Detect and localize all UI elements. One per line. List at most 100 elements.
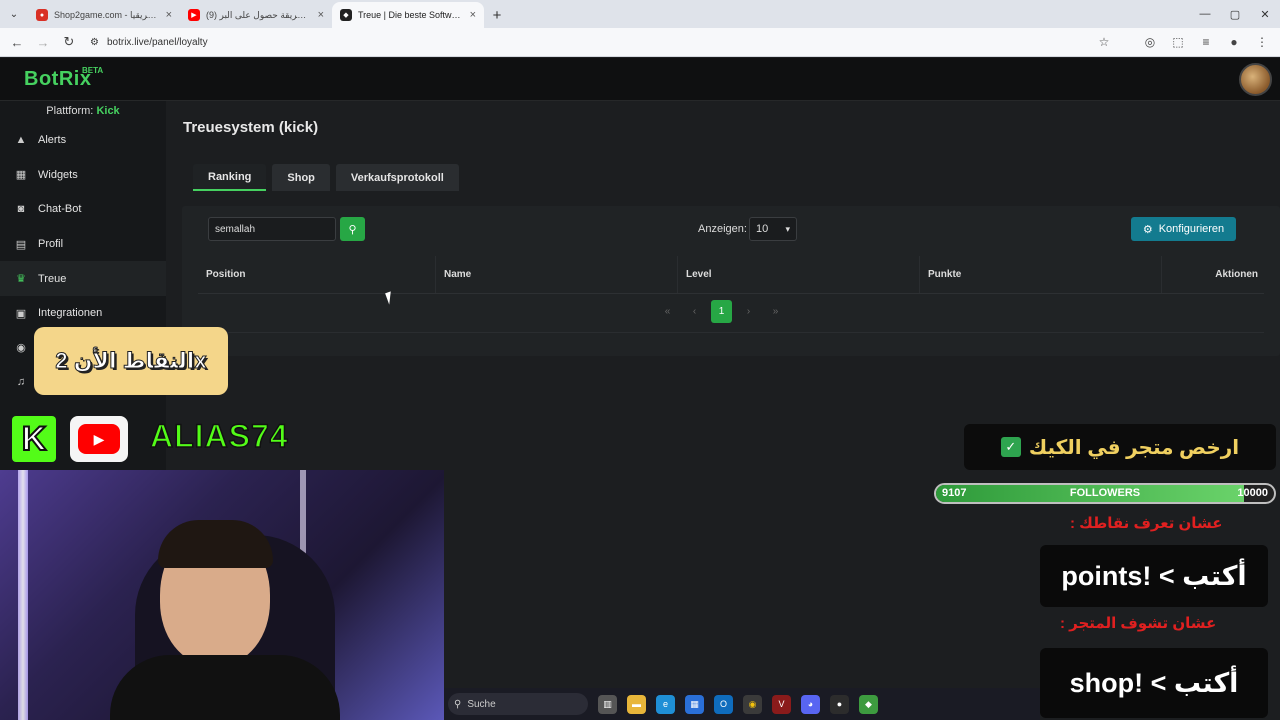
followers-goal: 10000 <box>1237 487 1268 499</box>
page-tabs: Ranking Shop Verkaufsprotokoll <box>193 164 459 191</box>
profile-avatar-icon[interactable]: ● <box>1222 31 1246 53</box>
tab-favicon-icon: ● <box>36 9 48 21</box>
browser-tab-bar: ⌄ ● Shop2game.com - شمال أفريقيا × ▶ (9)… <box>0 0 1280 28</box>
column-aktionen: Aktionen <box>1215 269 1258 280</box>
divider <box>198 332 1264 333</box>
points-multiplier-badge: النقاط الأن 2x <box>34 327 228 395</box>
grid-icon: ▦ <box>15 169 27 182</box>
task-view-icon[interactable]: ▥ <box>598 694 617 714</box>
table-header: Position Name Level Punkte Aktionen <box>198 256 1264 294</box>
music-note-icon: ♫ <box>16 376 26 389</box>
maximize-icon[interactable]: ▢ <box>1220 0 1250 28</box>
taskbar-search[interactable]: ⚲ Suche <box>448 693 588 715</box>
search-icon: ⚲ <box>348 223 357 236</box>
tab-title: Shop2game.com - شمال أفريقيا <box>54 9 160 20</box>
botrix-favicon-icon: ◆ <box>340 9 352 21</box>
reload-icon[interactable]: ↻ <box>58 31 80 53</box>
tab-title: Treue | Die beste Software zur <box>358 10 464 20</box>
search-input[interactable]: semallah <box>208 217 336 241</box>
close-window-icon[interactable]: ✕ <box>1250 0 1280 28</box>
sidebar-item-label: Alerts <box>38 134 67 147</box>
browser-tab-active[interactable]: ◆ Treue | Die beste Software zur × <box>332 2 484 28</box>
sidebar-item-label: Treue <box>38 272 67 285</box>
warning-icon: ▲ <box>15 134 27 147</box>
sidebar-item-chat-bot[interactable]: ◙ Chat-Bot <box>0 192 166 227</box>
tab-shop[interactable]: Shop <box>272 164 330 191</box>
obs-icon[interactable]: ● <box>830 694 849 714</box>
browser-tab[interactable]: ● Shop2game.com - شمال أفريقيا × <box>28 2 180 28</box>
outlook-icon[interactable]: O <box>714 694 733 714</box>
tab-ranking[interactable]: Ranking <box>193 164 267 191</box>
sidebar-item-profil[interactable]: ▤ Profil <box>0 227 166 262</box>
windows-taskbar: ⚲ Suche ▥ ▬ e ▦ O ◉ V ◕ ● ◆ <box>444 688 1040 720</box>
sidebar-item-integrationen[interactable]: ▣ Integrationen <box>0 296 166 331</box>
discord-icon[interactable]: ◕ <box>801 694 820 714</box>
edge-browser-icon[interactable]: e <box>656 694 675 714</box>
prev-page-icon[interactable]: ‹ <box>684 300 705 323</box>
extensions-icon[interactable]: ⬚ <box>1166 31 1190 53</box>
followers-label: FOLLOWERS <box>1069 487 1141 499</box>
points-hint: عشان تعرف نقاطك : <box>1070 515 1223 532</box>
next-page-icon[interactable]: › <box>738 300 759 323</box>
bluestacks-icon[interactable]: ◆ <box>859 694 878 714</box>
url-field[interactable]: ⚙ botrix.live/panel/loyalty <box>84 31 1088 53</box>
ranking-card: semallah ⚲ Anzeigen: 10 ▾ ⚙ Konfiguriere… <box>182 206 1280 356</box>
sidebar-item-widgets[interactable]: ▦ Widgets <box>0 158 166 193</box>
streamer-shirt <box>110 655 340 720</box>
tab-verkaufsprotokoll[interactable]: Verkaufsprotokoll <box>335 164 459 191</box>
chrome-icon[interactable]: ◉ <box>743 694 762 714</box>
column-name[interactable]: Name <box>436 256 678 293</box>
store-icon[interactable]: ▦ <box>685 694 704 714</box>
shop-banner-text: ارخص متجر في الكيك <box>1028 436 1240 459</box>
gear-icon: ⚙ <box>1142 223 1153 236</box>
points-command: أكتب > !points <box>1040 545 1268 607</box>
tab-list-chevron-icon[interactable]: ⌄ <box>0 0 28 28</box>
first-page-icon[interactable]: « <box>657 300 678 323</box>
file-explorer-icon[interactable]: ▬ <box>627 694 646 714</box>
current-page-button[interactable]: 1 <box>711 300 732 323</box>
media-controls-icon[interactable]: ≡ <box>1194 31 1218 53</box>
translate-icon[interactable]: ◎ <box>1138 31 1162 53</box>
youtube-favicon-icon: ▶ <box>188 9 200 21</box>
configure-button[interactable]: ⚙ Konfigurieren <box>1131 217 1236 241</box>
forward-arrow-icon[interactable]: → <box>32 31 54 53</box>
last-page-icon[interactable]: » <box>765 300 786 323</box>
gamepad-icon: ◉ <box>16 342 26 355</box>
shop-command: أكتب > !shop <box>1040 648 1268 718</box>
browser-tab[interactable]: ▶ (9) اسهل طريقة حصول على البر × <box>180 2 332 28</box>
column-punkte[interactable]: Punkte <box>920 256 1162 293</box>
pagination: « ‹ 1 › » <box>657 300 786 323</box>
led-light <box>18 470 28 720</box>
show-label: Anzeigen: <box>698 223 747 235</box>
search-button[interactable]: ⚲ <box>340 217 365 241</box>
url-text: botrix.live/panel/loyalty <box>106 36 208 48</box>
platform-indicator: Plattform: Kick <box>0 101 166 123</box>
search-icon: ⚲ <box>454 698 462 710</box>
chevron-down-icon: ▾ <box>785 223 790 234</box>
close-tab-icon[interactable]: × <box>166 9 172 21</box>
play-icon: ▶ <box>78 424 120 454</box>
followers-goal-bar: 9107 FOLLOWERS 10000 <box>934 483 1276 504</box>
sidebar-item-treue[interactable]: ♛ Treue <box>0 261 166 296</box>
page-size-select[interactable]: 10 ▾ <box>749 217 797 241</box>
bookmark-star-icon[interactable]: ☆ <box>1092 31 1116 53</box>
column-level[interactable]: Level <box>678 256 920 293</box>
new-tab-button[interactable]: + <box>484 2 510 28</box>
platform-value: Kick <box>96 105 120 117</box>
minimize-icon[interactable]: — <box>1190 0 1220 28</box>
sidebar-item-label: Profil <box>38 238 64 251</box>
configure-label: Konfigurieren <box>1158 223 1225 235</box>
menu-kebab-icon[interactable]: ⋮ <box>1250 31 1274 53</box>
site-info-icon[interactable]: ⚙ <box>90 37 99 48</box>
user-avatar[interactable] <box>1239 63 1272 96</box>
sidebar-item-label: Integrationen <box>38 307 103 320</box>
voicemod-icon[interactable]: V <box>772 694 791 714</box>
close-tab-icon[interactable]: × <box>470 9 476 21</box>
taskbar-search-placeholder: Suche <box>467 698 496 710</box>
close-tab-icon[interactable]: × <box>318 9 324 21</box>
sidebar-item-alerts[interactable]: ▲ Alerts <box>0 123 166 158</box>
column-position[interactable]: Position <box>198 256 436 293</box>
sidebar-item-label: Chat-Bot <box>38 203 82 216</box>
page-title: Treuesystem (kick) <box>183 119 319 136</box>
back-arrow-icon[interactable]: ← <box>6 31 28 53</box>
